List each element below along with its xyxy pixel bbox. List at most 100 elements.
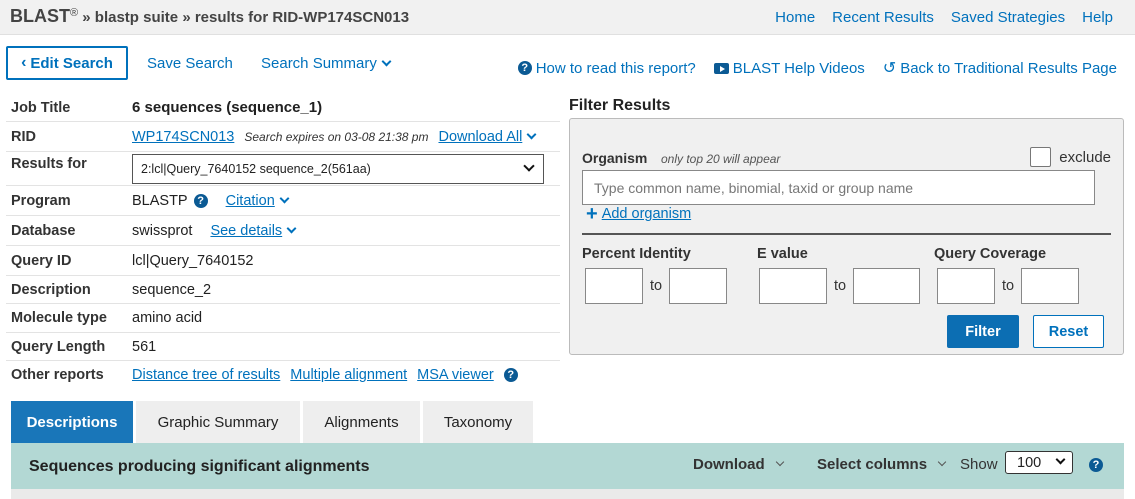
filter-button[interactable]: Filter bbox=[947, 315, 1019, 348]
query-coverage-label: Query Coverage bbox=[934, 246, 1047, 262]
nav-recent-results[interactable]: Recent Results bbox=[832, 9, 934, 26]
row-other-reports: Other reports Distance tree of results M… bbox=[6, 361, 560, 389]
chevron-down-icon bbox=[775, 457, 784, 466]
nav-saved-strategies[interactable]: Saved Strategies bbox=[951, 9, 1065, 26]
results-table-top bbox=[11, 489, 1124, 499]
nav-help[interactable]: Help bbox=[1082, 9, 1113, 26]
chevron-down-icon bbox=[526, 129, 537, 139]
add-organism-link[interactable]: + Add organism bbox=[586, 203, 692, 225]
query-id-value: lcl|Query_7640152 bbox=[132, 252, 254, 269]
see-details-label: See details bbox=[210, 222, 283, 239]
program-value: BLASTP bbox=[132, 192, 188, 209]
other-reports-label: Other reports bbox=[11, 367, 104, 383]
question-circle-icon[interactable]: ? bbox=[503, 368, 518, 382]
select-columns-label: Select columns bbox=[817, 456, 928, 473]
citation-dropdown[interactable]: Citation bbox=[225, 192, 290, 209]
results-header-bar: Sequences producing significant alignmen… bbox=[11, 443, 1124, 489]
tab-taxonomy[interactable]: Taxonomy bbox=[423, 401, 533, 443]
query-coverage-from-input[interactable] bbox=[937, 268, 995, 304]
filter-divider bbox=[582, 233, 1111, 235]
results-tabs: Descriptions Graphic Summary Alignments … bbox=[11, 401, 533, 443]
e-value-label: E value bbox=[757, 246, 808, 262]
query-id-label: Query ID bbox=[11, 252, 72, 269]
tab-graphic-summary[interactable]: Graphic Summary bbox=[136, 401, 300, 443]
help-links: ? How to read this report? BLAST Help Vi… bbox=[517, 58, 1117, 78]
description-value: sequence_2 bbox=[132, 281, 212, 298]
row-program: Program BLASTP ? Citation bbox=[6, 186, 560, 216]
organism-input[interactable]: Type common name, binomial, taxid or gro… bbox=[582, 170, 1095, 205]
exclude-label: exclude bbox=[1059, 148, 1111, 166]
e-value-from-input[interactable] bbox=[759, 268, 827, 304]
row-results-for: Results for 2:lcl|Query_7640152 sequence… bbox=[6, 152, 560, 186]
help-videos-link[interactable]: BLAST Help Videos bbox=[713, 59, 865, 77]
question-circle-icon[interactable]: ? bbox=[1089, 458, 1103, 472]
tab-descriptions[interactable]: Descriptions bbox=[11, 401, 133, 443]
results-for-selected: 2:lcl|Query_7640152 sequence_2(561aa) bbox=[141, 161, 371, 176]
top-bar: BLAST® » blastp suite » results for RID-… bbox=[0, 0, 1135, 35]
percent-identity-to-input[interactable] bbox=[669, 268, 727, 304]
description-label: Description bbox=[11, 281, 91, 298]
row-description: Description sequence_2 bbox=[6, 276, 560, 304]
download-label: Download bbox=[693, 456, 765, 473]
citation-label: Citation bbox=[225, 192, 275, 209]
edit-search-label: Edit Search bbox=[30, 54, 113, 72]
download-all-dropdown[interactable]: Download All bbox=[438, 128, 537, 145]
edit-search-button[interactable]: ‹ Edit Search bbox=[6, 46, 128, 80]
help-videos-label: BLAST Help Videos bbox=[732, 59, 865, 77]
search-expires-text: Search expires on 03-08 21:38 pm bbox=[244, 129, 429, 144]
filter-panel: Organism only top 20 will appear exclude… bbox=[569, 118, 1124, 355]
filter-results-title: Filter Results bbox=[569, 97, 671, 114]
breadcrumb-suite[interactable]: » blastp suite bbox=[82, 9, 178, 26]
organism-note: only top 20 will appear bbox=[661, 152, 781, 166]
add-organism-label: Add organism bbox=[601, 206, 692, 222]
exclude-checkbox[interactable] bbox=[1030, 147, 1052, 167]
row-query-length: Query Length 561 bbox=[6, 333, 560, 361]
question-circle-icon: ? bbox=[517, 61, 532, 75]
how-to-read-link[interactable]: ? How to read this report? bbox=[517, 59, 696, 77]
blast-brand[interactable]: BLAST bbox=[10, 6, 70, 26]
row-database: Database swissprot See details bbox=[6, 216, 560, 246]
tab-alignments[interactable]: Alignments bbox=[303, 401, 420, 443]
top-nav: Home Recent Results Saved Strategies Hel… bbox=[775, 9, 1113, 26]
row-query-id: Query ID lcl|Query_7640152 bbox=[6, 246, 560, 276]
row-job-title: Job Title 6 sequences (sequence_1) bbox=[6, 94, 560, 122]
molecule-type-value: amino acid bbox=[132, 310, 203, 326]
reset-button[interactable]: Reset bbox=[1033, 315, 1104, 348]
distance-tree-link[interactable]: Distance tree of results bbox=[132, 367, 280, 383]
multiple-alignment-link[interactable]: Multiple alignment bbox=[290, 367, 407, 383]
rid-link[interactable]: WP174SCN013 bbox=[132, 129, 234, 145]
select-columns-dropdown[interactable]: Select columns bbox=[817, 456, 947, 473]
query-coverage-to-input[interactable] bbox=[1021, 268, 1079, 304]
e-value-to-input[interactable] bbox=[853, 268, 920, 304]
plus-icon: + bbox=[586, 203, 598, 225]
database-label: Database bbox=[11, 222, 76, 239]
database-value: swissprot bbox=[132, 222, 193, 239]
breadcrumb-results: » results for RID-WP174SCN013 bbox=[182, 9, 410, 26]
registered-mark: ® bbox=[70, 7, 79, 19]
undo-arrow-icon: ↺ bbox=[882, 60, 897, 77]
chevron-down-icon bbox=[381, 56, 392, 67]
see-details-dropdown[interactable]: See details bbox=[210, 222, 297, 239]
search-summary-dropdown[interactable]: Search Summary bbox=[261, 55, 392, 72]
rid-label: RID bbox=[11, 128, 36, 145]
nav-home[interactable]: Home bbox=[775, 9, 815, 26]
save-search-link[interactable]: Save Search bbox=[147, 55, 233, 72]
download-dropdown[interactable]: Download bbox=[693, 456, 784, 473]
results-for-select[interactable]: 2:lcl|Query_7640152 sequence_2(561aa) bbox=[132, 153, 544, 184]
how-to-read-label: How to read this report? bbox=[535, 59, 696, 77]
percent-identity-from-input[interactable] bbox=[585, 268, 643, 304]
question-circle-icon[interactable]: ? bbox=[193, 193, 208, 208]
download-all-label: Download All bbox=[438, 128, 523, 145]
percent-identity-label: Percent Identity bbox=[582, 246, 691, 262]
back-traditional-label: Back to Traditional Results Page bbox=[900, 59, 1117, 77]
back-traditional-link[interactable]: ↺ Back to Traditional Results Page bbox=[883, 58, 1117, 78]
show-count-select[interactable]: 100 bbox=[1005, 451, 1073, 474]
search-summary-label: Search Summary bbox=[261, 55, 377, 72]
molecule-type-label: Molecule type bbox=[11, 310, 107, 326]
chevron-down-icon bbox=[279, 193, 290, 203]
chevron-down-icon bbox=[523, 159, 535, 172]
chevron-down-icon bbox=[937, 457, 947, 466]
breadcrumb: BLAST® » blastp suite » results for RID-… bbox=[10, 6, 409, 27]
organism-label: Organism bbox=[582, 150, 648, 166]
msa-viewer-link[interactable]: MSA viewer bbox=[417, 367, 494, 383]
